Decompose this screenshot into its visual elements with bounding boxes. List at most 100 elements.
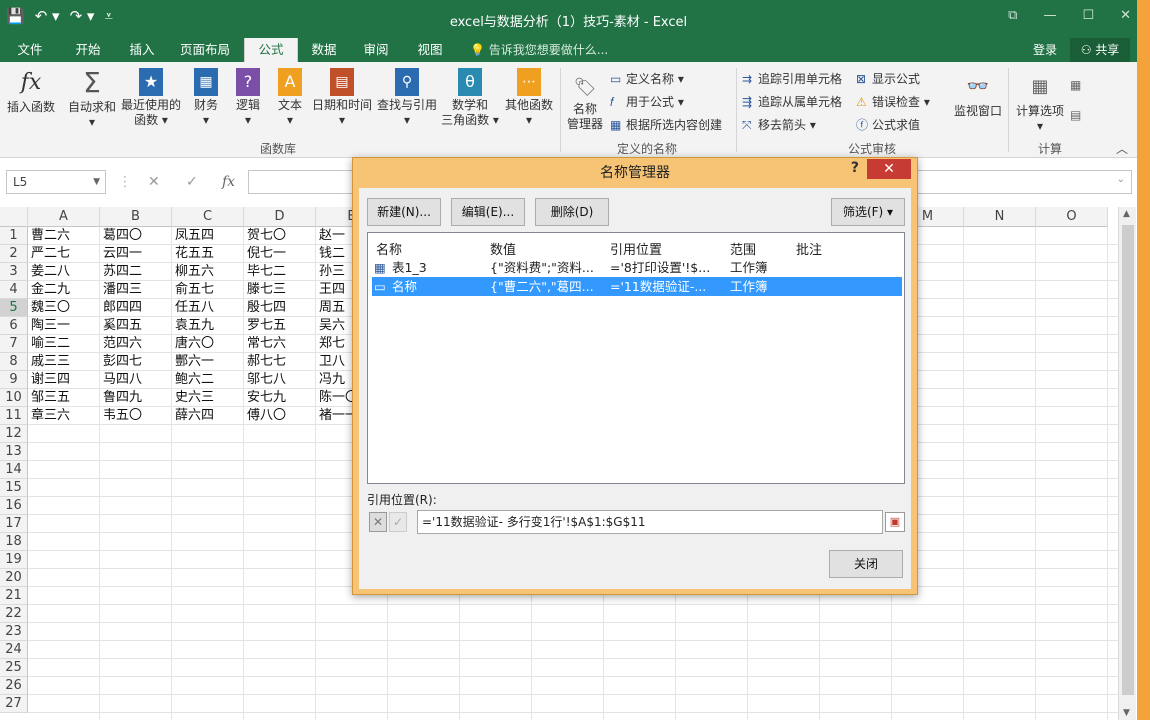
- minimize-icon[interactable]: —: [1043, 8, 1056, 23]
- cell[interactable]: 云四一: [100, 245, 171, 263]
- trace-dependents-button[interactable]: ⇶ 追踪从属单元格: [742, 93, 842, 110]
- cell[interactable]: 罗七五: [244, 317, 315, 335]
- close-dialog-icon[interactable]: ✕: [867, 159, 911, 179]
- cell[interactable]: 范四六: [100, 335, 171, 353]
- cell[interactable]: 俞五七: [172, 281, 243, 299]
- close-window-icon[interactable]: ✕: [1120, 8, 1131, 23]
- cell[interactable]: 袁五九: [172, 317, 243, 335]
- watch-window-button[interactable]: 👓 监视窗口: [950, 72, 1006, 119]
- edit-button[interactable]: 编辑(E)...: [451, 198, 525, 226]
- vertical-scrollbar[interactable]: ▲ ▼: [1118, 207, 1136, 720]
- cell[interactable]: 喻三二: [28, 335, 99, 353]
- scroll-up-icon[interactable]: ▲: [1123, 209, 1130, 219]
- row-header[interactable]: 27: [0, 695, 28, 713]
- row-header[interactable]: 2: [0, 245, 28, 263]
- delete-button[interactable]: 删除(D): [535, 198, 609, 226]
- cell[interactable]: 潘四三: [100, 281, 171, 299]
- row-header[interactable]: 7: [0, 335, 28, 353]
- column-header[interactable]: B: [100, 207, 172, 227]
- cell[interactable]: 贺七〇: [244, 227, 315, 245]
- row-header[interactable]: 1: [0, 227, 28, 245]
- cell[interactable]: 谢三四: [28, 371, 99, 389]
- cell[interactable]: 酆六一: [172, 353, 243, 371]
- cell[interactable]: 常七六: [244, 335, 315, 353]
- cancel-edit-icon[interactable]: ✕: [369, 512, 387, 532]
- cell[interactable]: 魏三〇: [28, 299, 99, 317]
- name-box[interactable]: L5 ▼: [6, 170, 106, 194]
- close-button[interactable]: 关闭: [829, 550, 903, 578]
- cell[interactable]: 苏四二: [100, 263, 171, 281]
- row-header[interactable]: 17: [0, 515, 28, 533]
- row-header[interactable]: 23: [0, 623, 28, 641]
- row-header[interactable]: 20: [0, 569, 28, 587]
- row-header[interactable]: 24: [0, 641, 28, 659]
- row-header[interactable]: 22: [0, 605, 28, 623]
- tab-file[interactable]: 文件: [4, 38, 56, 62]
- col-header-scope[interactable]: 范围: [730, 239, 756, 258]
- scroll-down-icon[interactable]: ▼: [1123, 708, 1130, 718]
- cell[interactable]: 鲁四九: [100, 389, 171, 407]
- cell[interactable]: 郝七七: [244, 353, 315, 371]
- column-header[interactable]: C: [172, 207, 244, 227]
- row-header[interactable]: 6: [0, 317, 28, 335]
- tab-formulas[interactable]: 公式: [244, 38, 298, 62]
- define-name-button[interactable]: ▭ 定义名称 ▾: [610, 70, 684, 87]
- cell[interactable]: 鲍六二: [172, 371, 243, 389]
- more-functions-button[interactable]: ⋯ 其他函数 ▾: [502, 68, 556, 128]
- tab-home[interactable]: 开始: [62, 38, 114, 62]
- cell[interactable]: 章三六: [28, 407, 99, 425]
- cell[interactable]: 严二七: [28, 245, 99, 263]
- row-header[interactable]: 16: [0, 497, 28, 515]
- create-from-selection-button[interactable]: ▦ 根据所选内容创建: [610, 116, 722, 133]
- autosum-button[interactable]: Σ 自动求和 ▾: [64, 68, 120, 130]
- cell[interactable]: 金二九: [28, 281, 99, 299]
- tab-insert[interactable]: 插入: [116, 38, 168, 62]
- cell[interactable]: 史六三: [172, 389, 243, 407]
- cell[interactable]: 曹二六: [28, 227, 99, 245]
- text-button[interactable]: A 文本 ▾: [272, 68, 308, 128]
- tab-page-layout[interactable]: 页面布局: [172, 38, 238, 62]
- cell[interactable]: 唐六〇: [172, 335, 243, 353]
- remove-arrows-button[interactable]: ⤧ 移去箭头 ▾: [742, 116, 816, 133]
- cell[interactable]: 韦五〇: [100, 407, 171, 425]
- list-item[interactable]: ▦ 表1_3 {"资料费";"资料... ='8打印设置'!$... 工作簿: [372, 258, 902, 277]
- cell[interactable]: 葛四〇: [100, 227, 171, 245]
- col-header-name[interactable]: 名称: [376, 239, 402, 258]
- names-list[interactable]: 名称 数值 引用位置 范围 批注 ▦ 表1_3 {"资料费";"资料... ='…: [367, 232, 905, 484]
- share-button[interactable]: ⚇ 共享: [1070, 38, 1130, 62]
- calculation-options-button[interactable]: ▦ 计算选项 ▾: [1012, 72, 1068, 134]
- error-checking-button[interactable]: ⚠ 错误检查 ▾: [856, 93, 930, 110]
- tab-review[interactable]: 审阅: [352, 38, 400, 62]
- financial-button[interactable]: ▦ 财务 ▾: [188, 68, 224, 128]
- logical-button[interactable]: ? 逻辑 ▾: [230, 68, 266, 128]
- cell[interactable]: 薛六四: [172, 407, 243, 425]
- cell[interactable]: 戚三三: [28, 353, 99, 371]
- row-header[interactable]: 19: [0, 551, 28, 569]
- sign-in-link[interactable]: 登录: [1033, 38, 1057, 62]
- refers-to-input[interactable]: ='11数据验证- 多行变1行'!$A$1:$G$11: [417, 510, 883, 534]
- enter-check-icon[interactable]: ✓: [186, 174, 198, 190]
- cell[interactable]: 傅八〇: [244, 407, 315, 425]
- row-header[interactable]: 26: [0, 677, 28, 695]
- cell[interactable]: 奚四五: [100, 317, 171, 335]
- row-header[interactable]: 14: [0, 461, 28, 479]
- help-icon[interactable]: ?: [851, 160, 859, 176]
- cell[interactable]: 柳五六: [172, 263, 243, 281]
- confirm-edit-icon[interactable]: ✓: [389, 512, 407, 532]
- calculate-now-icon[interactable]: ▦: [1070, 78, 1081, 92]
- math-trig-button[interactable]: θ 数学和 三角函数 ▾: [440, 68, 500, 128]
- tab-view[interactable]: 视图: [404, 38, 456, 62]
- collapse-dialog-icon[interactable]: ▣: [885, 512, 905, 532]
- cell[interactable]: 毕七二: [244, 263, 315, 281]
- cell[interactable]: 殷七四: [244, 299, 315, 317]
- row-header[interactable]: 13: [0, 443, 28, 461]
- column-header[interactable]: A: [28, 207, 100, 227]
- col-header-value[interactable]: 数值: [490, 239, 516, 258]
- date-time-button[interactable]: ▤ 日期和时间 ▾: [310, 68, 374, 128]
- cancel-icon[interactable]: ✕: [148, 174, 160, 190]
- expand-chevron-icon[interactable]: ⌄: [1117, 174, 1125, 185]
- filter-button[interactable]: 筛选(F) ▾: [831, 198, 905, 226]
- column-header[interactable]: N: [964, 207, 1036, 227]
- col-header-refers-to[interactable]: 引用位置: [610, 239, 662, 258]
- row-header[interactable]: 12: [0, 425, 28, 443]
